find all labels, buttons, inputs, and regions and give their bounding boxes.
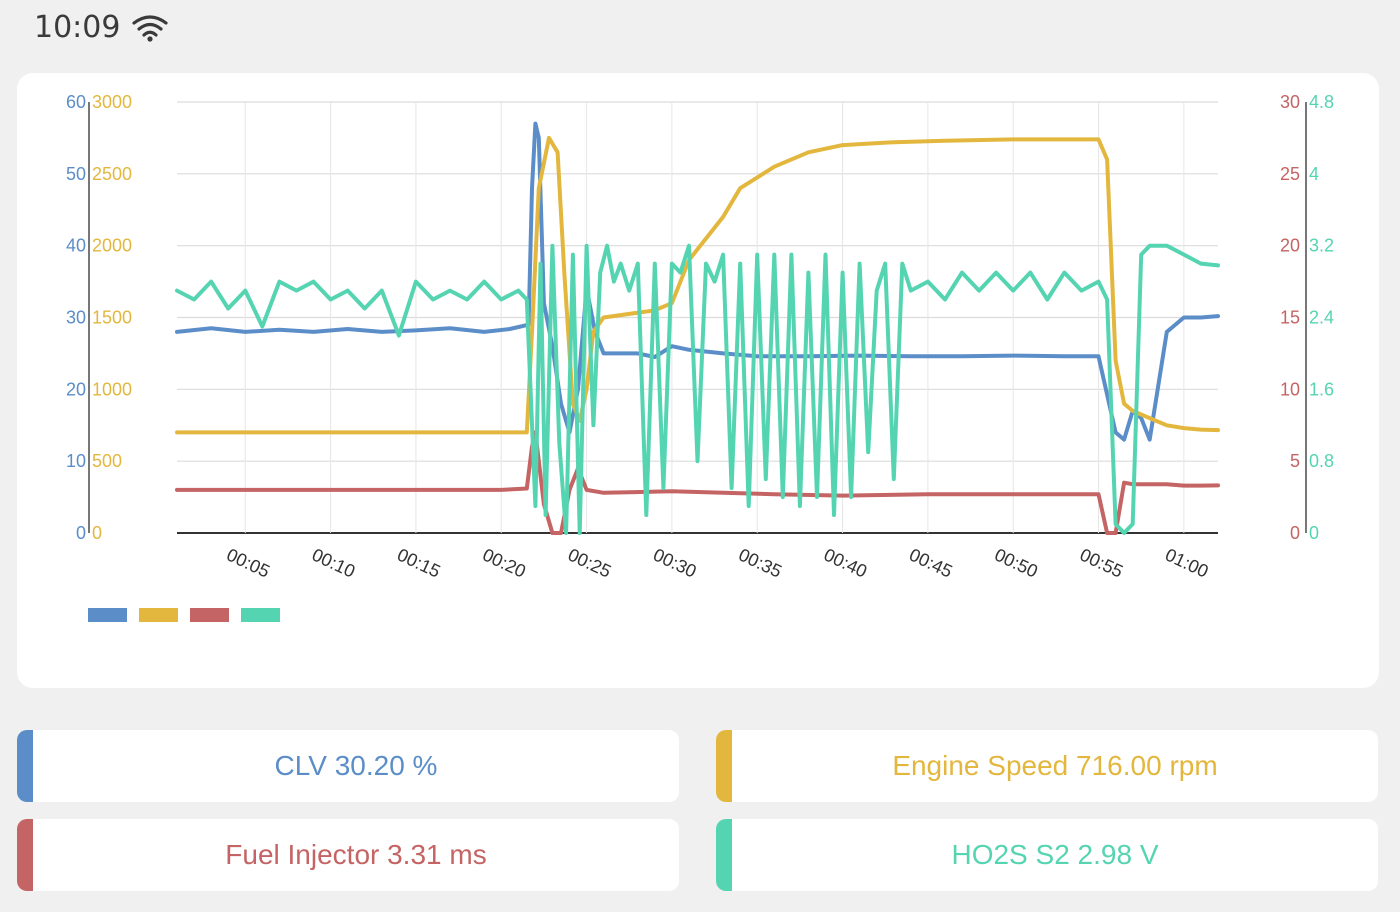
right-inner-axis-tick-label: 0 — [1290, 523, 1300, 543]
readout-color-bar — [17, 730, 33, 802]
legend-swatch-clv[interactable] — [88, 608, 127, 622]
readout-ho2s-s2[interactable]: HO2S S2 2.98 V — [716, 819, 1378, 891]
legend-swatch-fuel-injector[interactable] — [190, 608, 229, 622]
legend-swatch-engine-speed[interactable] — [139, 608, 178, 622]
left-outer-axis-tick-label: 40 — [66, 236, 86, 256]
left-inner-axis-tick-label: 500 — [92, 451, 122, 471]
legend-swatch-ho2s[interactable] — [241, 608, 280, 622]
left-inner-axis-tick-label: 0 — [92, 523, 102, 543]
left-outer-axis-tick-label: 0 — [76, 523, 86, 543]
right-inner-axis-tick-label: 15 — [1280, 308, 1300, 328]
series-engine-speed-line — [175, 135, 1220, 435]
readout-label: Engine Speed 716.00 rpm — [892, 750, 1218, 781]
readout-label: Fuel Injector 3.31 ms — [225, 839, 487, 870]
right-outer-axis-tick-label: 1.6 — [1309, 379, 1334, 399]
left-outer-axis-tick-label: 20 — [66, 379, 86, 399]
readout-color-bar — [716, 819, 732, 891]
left-outer-axis-tick-label: 60 — [66, 92, 86, 112]
x-tick-label: 00:20 — [480, 544, 529, 581]
x-tick-label: 00:15 — [394, 544, 443, 581]
left-inner-axis-tick-label: 2500 — [92, 164, 132, 184]
x-tick-label: 00:50 — [992, 544, 1041, 581]
live-data-chart: 6050403020100300025002000150010005000302… — [66, 92, 1334, 622]
right-outer-axis-tick-label: 0.8 — [1309, 451, 1334, 471]
right-inner-axis-tick-label: 30 — [1280, 92, 1300, 112]
x-tick-label: 00:55 — [1077, 544, 1126, 581]
right-outer-axis-tick-label: 2.4 — [1309, 308, 1334, 328]
left-inner-axis-tick-label: 1000 — [92, 379, 132, 399]
right-inner-axis-tick-label: 20 — [1280, 236, 1300, 256]
readout-label: HO2S S2 2.98 V — [951, 839, 1159, 870]
x-tick-label: 00:05 — [224, 544, 273, 581]
left-inner-axis-tick-label: 3000 — [92, 92, 132, 112]
wifi-icon — [132, 15, 168, 42]
right-inner-axis-tick-label: 5 — [1290, 451, 1300, 471]
readout-fuel-injector[interactable]: Fuel Injector 3.31 ms — [17, 819, 679, 891]
x-tick-label: 00:40 — [821, 544, 870, 581]
right-outer-axis-tick-label: 0 — [1309, 523, 1319, 543]
x-tick-label: 01:00 — [1162, 544, 1211, 581]
live-data-chart-card: 60 50 40 30 20 10 0 3000 2500 2000 1500 1000 500 0 30 2… — [17, 73, 1379, 688]
x-tick-label: 00:35 — [736, 544, 785, 581]
readout-label: CLV 30.20 % — [274, 750, 438, 781]
readout-color-bar — [716, 730, 732, 802]
x-tick-label: 00:45 — [906, 544, 955, 581]
left-inner-axis-tick-label: 2000 — [92, 236, 132, 256]
status-time: 10:09 — [34, 10, 121, 45]
x-tick-label: 00:10 — [309, 544, 358, 581]
readout-color-bar — [17, 819, 33, 891]
right-inner-axis-tick-label: 10 — [1280, 379, 1300, 399]
left-outer-axis-tick-label: 10 — [66, 451, 86, 471]
readout-clv[interactable]: CLV 30.20 % — [17, 730, 679, 802]
status-bar: 10:09 — [0, 0, 1400, 60]
right-outer-axis-tick-label: 3.2 — [1309, 236, 1334, 256]
left-outer-axis-tick-label: 30 — [66, 308, 86, 328]
right-outer-axis-tick-label: 4 — [1309, 164, 1319, 184]
x-tick-label: 00:25 — [565, 544, 614, 581]
left-inner-axis-tick-label: 1500 — [92, 308, 132, 328]
readout-engine-speed[interactable]: Engine Speed 716.00 rpm — [716, 730, 1378, 802]
left-outer-axis-tick-label: 50 — [66, 164, 86, 184]
right-inner-axis-tick-label: 25 — [1280, 164, 1300, 184]
x-tick-label: 00:30 — [650, 544, 699, 581]
series-clv-line — [175, 121, 1220, 442]
right-outer-axis-tick-label: 4.8 — [1309, 92, 1334, 112]
